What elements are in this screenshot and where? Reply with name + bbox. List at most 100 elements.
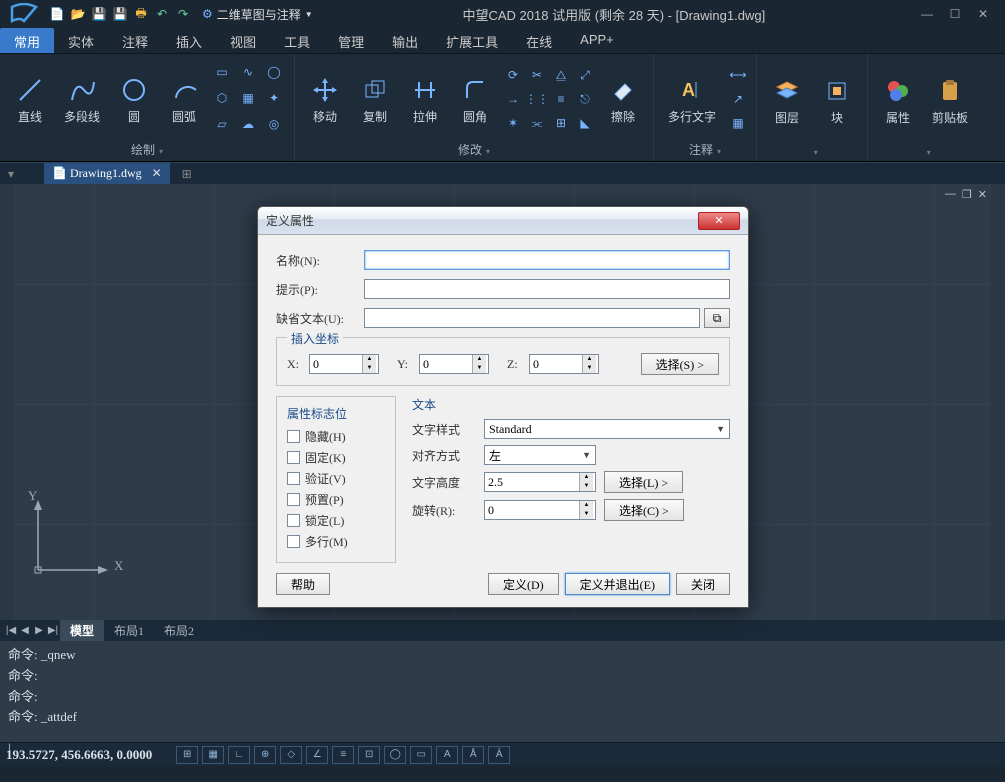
offset-icon[interactable]: ≡ [551,89,571,109]
x-spinner[interactable]: ▲▼ [309,354,379,374]
anno3-button[interactable]: Ā [488,746,510,764]
doc-minimize-button[interactable]: — [945,188,956,201]
dialog-titlebar[interactable]: 定义属性 ✕ [258,207,748,235]
multi-checkbox[interactable] [287,535,300,548]
layout-last-icon[interactable]: ▶| [46,625,60,636]
rot-spinner[interactable]: ▲▼ [484,500,596,520]
break-icon[interactable]: ⎋ [575,89,595,109]
close-icon[interactable]: ✕ [152,166,162,181]
saveas-icon[interactable]: 💾 [111,5,129,23]
panel-util-title[interactable] [876,143,974,159]
tab-layout1[interactable]: 布局1 [104,620,154,641]
save-icon[interactable]: 💾 [90,5,108,23]
cloud-icon[interactable]: ☁ [238,114,258,134]
x-input[interactable] [310,357,362,372]
scale-icon[interactable]: ⤢ [575,65,595,85]
plot-icon[interactable]: 🖶 [132,5,150,23]
osnap-button[interactable]: ◇ [280,746,302,764]
height-spinner[interactable]: ▲▼ [484,472,596,492]
erase-button[interactable]: 擦除 [601,72,645,127]
arc-button[interactable]: 圆弧 [162,72,206,127]
insert-field-button[interactable]: ⧉ [704,308,730,328]
define-exit-button[interactable]: 定义并退出(E) [565,573,670,595]
prompt-input[interactable] [364,279,730,299]
select-height-button[interactable]: 选择(L) > [604,471,683,493]
grid-button[interactable]: ▦ [202,746,224,764]
document-tab[interactable]: 📄 Drawing1.dwg ✕ [44,163,170,184]
fillet-button[interactable]: 圆角 [453,72,497,127]
name-input[interactable] [364,250,730,270]
point-icon[interactable]: ✦ [264,88,284,108]
undo-icon[interactable]: ↶ [153,5,171,23]
preset-checkbox[interactable] [287,493,300,506]
minimize-button[interactable]: — [915,5,939,23]
region-icon[interactable]: ▱ [212,114,232,134]
close-button[interactable]: ✕ [971,5,995,23]
join-icon[interactable]: ⫘ [527,113,547,133]
array-icon[interactable]: ⋮⋮ [527,89,547,109]
dialog-close-button[interactable]: ✕ [698,212,740,230]
polar-button[interactable]: ⊕ [254,746,276,764]
line-button[interactable]: 直线 [8,72,52,127]
clipboard-button[interactable]: 剪贴板 [926,73,974,128]
lock-checkbox[interactable] [287,514,300,527]
hidden-checkbox[interactable] [287,430,300,443]
z-input[interactable] [530,357,582,372]
properties-button[interactable]: 属性 [876,73,920,128]
copy-button[interactable]: 复制 [353,72,397,127]
tab-home[interactable]: 常用 [0,28,54,53]
rot-input[interactable] [485,501,579,519]
anno-button[interactable]: A [436,746,458,764]
lwt-button[interactable]: ≡ [332,746,354,764]
y-input[interactable] [420,357,472,372]
help-button[interactable]: 帮助 [276,573,330,595]
polyline-button[interactable]: 多段线 [58,72,106,127]
otrack-button[interactable]: ∠ [306,746,328,764]
layout-prev-icon[interactable]: ◀ [18,625,32,636]
align-combo[interactable]: 左▼ [484,445,596,465]
polygon-icon[interactable]: ⬡ [212,88,232,108]
tab-model[interactable]: 模型 [60,620,104,641]
select-rot-button[interactable]: 选择(C) > [604,499,684,521]
align-icon[interactable]: ⊞ [551,113,571,133]
ellipse-icon[interactable]: ◯ [264,62,284,82]
layer-button[interactable]: 图层 [765,73,809,128]
tab-solid[interactable]: 实体 [54,28,108,53]
tab-output[interactable]: 输出 [378,28,432,53]
table-icon[interactable]: ▦ [728,113,748,133]
new-tab-icon[interactable]: ⊞ [182,167,192,181]
mtext-button[interactable]: A多行文字 [662,72,722,127]
tab-online[interactable]: 在线 [512,28,566,53]
doc-restore-button[interactable]: ❐ [962,188,972,201]
move-button[interactable]: 移动 [303,72,347,127]
tab-view[interactable]: 视图 [216,28,270,53]
y-spinner[interactable]: ▲▼ [419,354,489,374]
tab-app[interactable]: APP+ [566,28,628,53]
anno2-button[interactable]: Å [462,746,484,764]
dyn-button[interactable]: ⊡ [358,746,380,764]
new-icon[interactable]: 📄 [48,5,66,23]
ortho-button[interactable]: ∟ [228,746,250,764]
open-icon[interactable]: 📂 [69,5,87,23]
rotate-icon[interactable]: ⟳ [503,65,523,85]
donut-icon[interactable]: ◎ [264,114,284,134]
panel-draw-title[interactable]: 绘制 [8,140,286,159]
command-area[interactable]: 命令: _qnew 命令: 命令: 命令: _attdef | [0,640,1005,742]
cycle-button[interactable]: ◯ [384,746,406,764]
tab-tools[interactable]: 工具 [270,28,324,53]
tab-ext[interactable]: 扩展工具 [432,28,512,53]
circle-button[interactable]: 圆 [112,72,156,127]
panel-annot-title[interactable]: 注释 [662,140,748,159]
block-button[interactable]: 块 [815,73,859,128]
rect-icon[interactable]: ▭ [212,62,232,82]
panel-modify-title[interactable]: 修改 [303,140,645,159]
tab-annotate[interactable]: 注释 [108,28,162,53]
height-input[interactable] [485,473,579,491]
tab-layout2[interactable]: 布局2 [154,620,204,641]
layout-first-icon[interactable]: |◀ [4,625,18,636]
close-button[interactable]: 关闭 [676,573,730,595]
fixed-checkbox[interactable] [287,451,300,464]
dim-icon[interactable]: ⟷ [728,65,748,85]
snap-button[interactable]: ⊞ [176,746,198,764]
trim-icon[interactable]: ✂ [527,65,547,85]
